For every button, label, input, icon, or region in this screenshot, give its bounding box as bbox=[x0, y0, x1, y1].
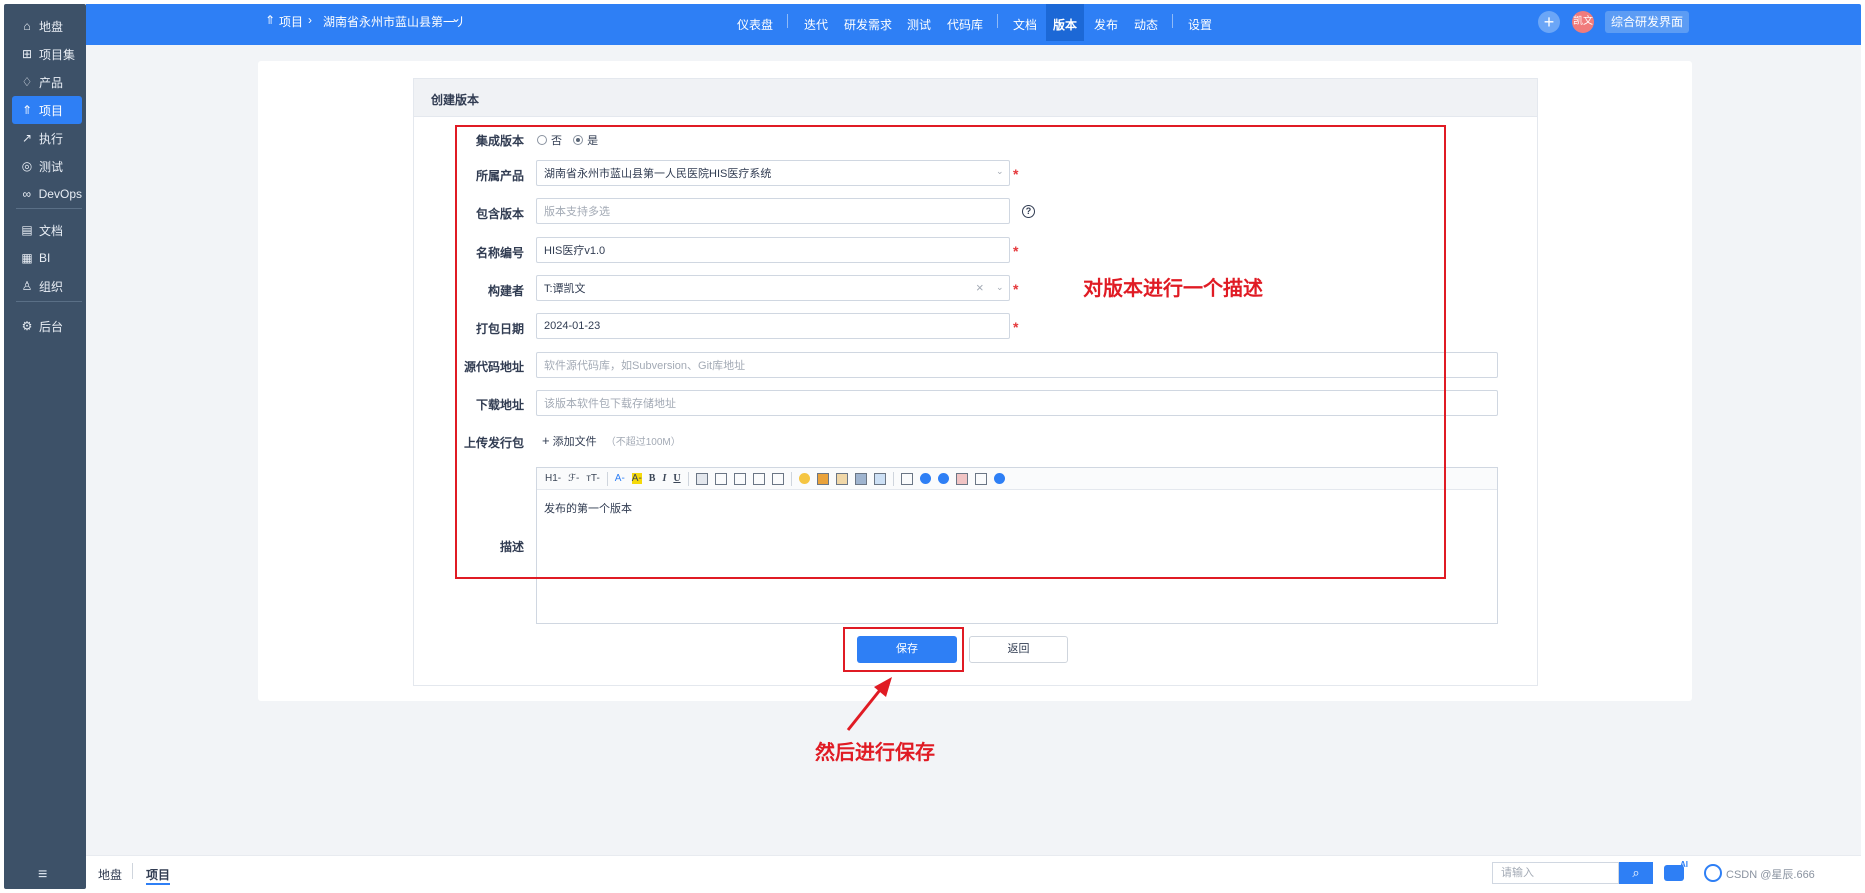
sidebar-item-label: BI bbox=[39, 251, 51, 265]
breadcrumb-project-name[interactable]: 湖南省永州市蓝山县第一丿 bbox=[323, 13, 467, 30]
sidebar-item-org[interactable]: ♙ 组织 bbox=[12, 272, 82, 300]
nav-test[interactable]: 测试 bbox=[907, 16, 931, 33]
sidebar-divider bbox=[16, 208, 82, 209]
collapse-menu-icon[interactable]: ≡ bbox=[38, 866, 47, 884]
nav-divider bbox=[997, 14, 998, 28]
chevron-right-icon: › bbox=[308, 13, 312, 27]
annotation-box-save bbox=[843, 627, 964, 672]
footer-crumb-dashboard[interactable]: 地盘 bbox=[98, 866, 122, 883]
sidebar-divider bbox=[16, 301, 82, 302]
page-title: 创建版本 bbox=[431, 93, 480, 107]
sidebar-item-label: 执行 bbox=[39, 131, 64, 146]
nav-doc[interactable]: 文档 bbox=[1013, 16, 1037, 33]
bi-icon: ▦ bbox=[21, 251, 33, 265]
footer-divider bbox=[132, 863, 133, 879]
grid-icon: ⊞ bbox=[21, 47, 33, 61]
sidebar-item-execution[interactable]: ↗ 执行 bbox=[12, 124, 82, 152]
footer-search-input[interactable]: 请输入 bbox=[1492, 862, 1619, 884]
sidebar: ⌂ 地盘 ⊞ 项目集 ♢ 产品 ⇑ 项目 ↗ 执行 ◎ 测试 ∞ DevOps ▤ 文档 ▦ BI… bbox=[4, 4, 86, 889]
rocket-icon: ⇑ bbox=[21, 103, 33, 117]
sidebar-item-project[interactable]: ⇑ 项目 bbox=[12, 96, 82, 124]
nav-dynamics[interactable]: 动态 bbox=[1134, 16, 1158, 33]
breadcrumb-project-root[interactable]: 项目 bbox=[279, 13, 303, 30]
create-plus-icon[interactable]: + bbox=[1538, 11, 1560, 33]
switch-interface-button[interactable]: 综合研发界面 bbox=[1605, 11, 1689, 33]
sidebar-item-label: 测试 bbox=[39, 159, 64, 174]
sidebar-item-label: 地盘 bbox=[39, 19, 64, 34]
gear-icon: ⚙ bbox=[21, 319, 33, 333]
sidebar-item-label: 项目 bbox=[39, 103, 64, 118]
chevron-down-icon[interactable]: ⌄ bbox=[451, 11, 461, 25]
nav-requirements[interactable]: 研发需求 bbox=[844, 16, 892, 33]
nav-iteration[interactable]: 迭代 bbox=[804, 16, 828, 33]
run-icon: ↗ bbox=[21, 131, 33, 145]
annotation-describe-text: 对版本进行一个描述 bbox=[1083, 276, 1263, 300]
sidebar-item-bi[interactable]: ▦ BI bbox=[12, 244, 82, 272]
sidebar-item-admin[interactable]: ⚙ 后台 bbox=[12, 312, 82, 340]
sidebar-item-product[interactable]: ♢ 产品 bbox=[12, 68, 82, 96]
csdn-logo-icon bbox=[1704, 864, 1722, 882]
sidebar-item-label: 组织 bbox=[39, 279, 64, 294]
sidebar-item-label: 产品 bbox=[39, 75, 64, 90]
footer-crumb-project[interactable]: 项目 bbox=[146, 866, 171, 885]
search-icon[interactable]: ⌕ bbox=[1619, 862, 1653, 884]
watermark-text: CSDN @星辰.666 bbox=[1726, 869, 1815, 881]
sidebar-item-label: 项目集 bbox=[39, 47, 76, 62]
panel-header bbox=[414, 79, 1537, 117]
org-icon: ♙ bbox=[21, 279, 33, 293]
sidebar-item-devops[interactable]: ∞ DevOps bbox=[12, 180, 82, 208]
sidebar-item-test[interactable]: ◎ 测试 bbox=[12, 152, 82, 180]
rocket-icon: ⇑ bbox=[265, 13, 276, 27]
nav-divider bbox=[1172, 14, 1173, 28]
nav-repo[interactable]: 代码库 bbox=[947, 16, 983, 33]
annotation-save-text: 然后进行保存 bbox=[815, 740, 935, 764]
sidebar-item-doc[interactable]: ▤ 文档 bbox=[12, 216, 82, 244]
doc-icon: ▤ bbox=[21, 223, 33, 237]
test-icon: ◎ bbox=[21, 159, 33, 173]
annotation-box-form bbox=[455, 125, 1446, 579]
nav-dashboard[interactable]: 仪表盘 bbox=[737, 16, 773, 33]
home-icon: ⌂ bbox=[23, 19, 31, 33]
ai-badge: AI bbox=[1680, 860, 1688, 869]
bulb-icon: ♢ bbox=[21, 75, 33, 89]
sidebar-item-label: DevOps bbox=[38, 187, 82, 201]
annotation-arrow-icon bbox=[846, 677, 892, 731]
nav-divider bbox=[787, 14, 788, 28]
nav-release[interactable]: 发布 bbox=[1094, 16, 1118, 33]
sidebar-item-label: 后台 bbox=[39, 319, 64, 334]
nav-settings[interactable]: 设置 bbox=[1188, 16, 1212, 33]
sidebar-item-program[interactable]: ⊞ 项目集 bbox=[12, 40, 82, 68]
sidebar-item-dashboard[interactable]: ⌂ 地盘 bbox=[12, 12, 82, 40]
nav-build[interactable]: 版本 bbox=[1053, 16, 1077, 33]
avatar[interactable]: 凯文 bbox=[1572, 11, 1594, 33]
back-button[interactable]: 返回 bbox=[969, 636, 1068, 663]
sidebar-item-label: 文档 bbox=[39, 223, 64, 238]
infinity-icon: ∞ bbox=[22, 187, 32, 201]
